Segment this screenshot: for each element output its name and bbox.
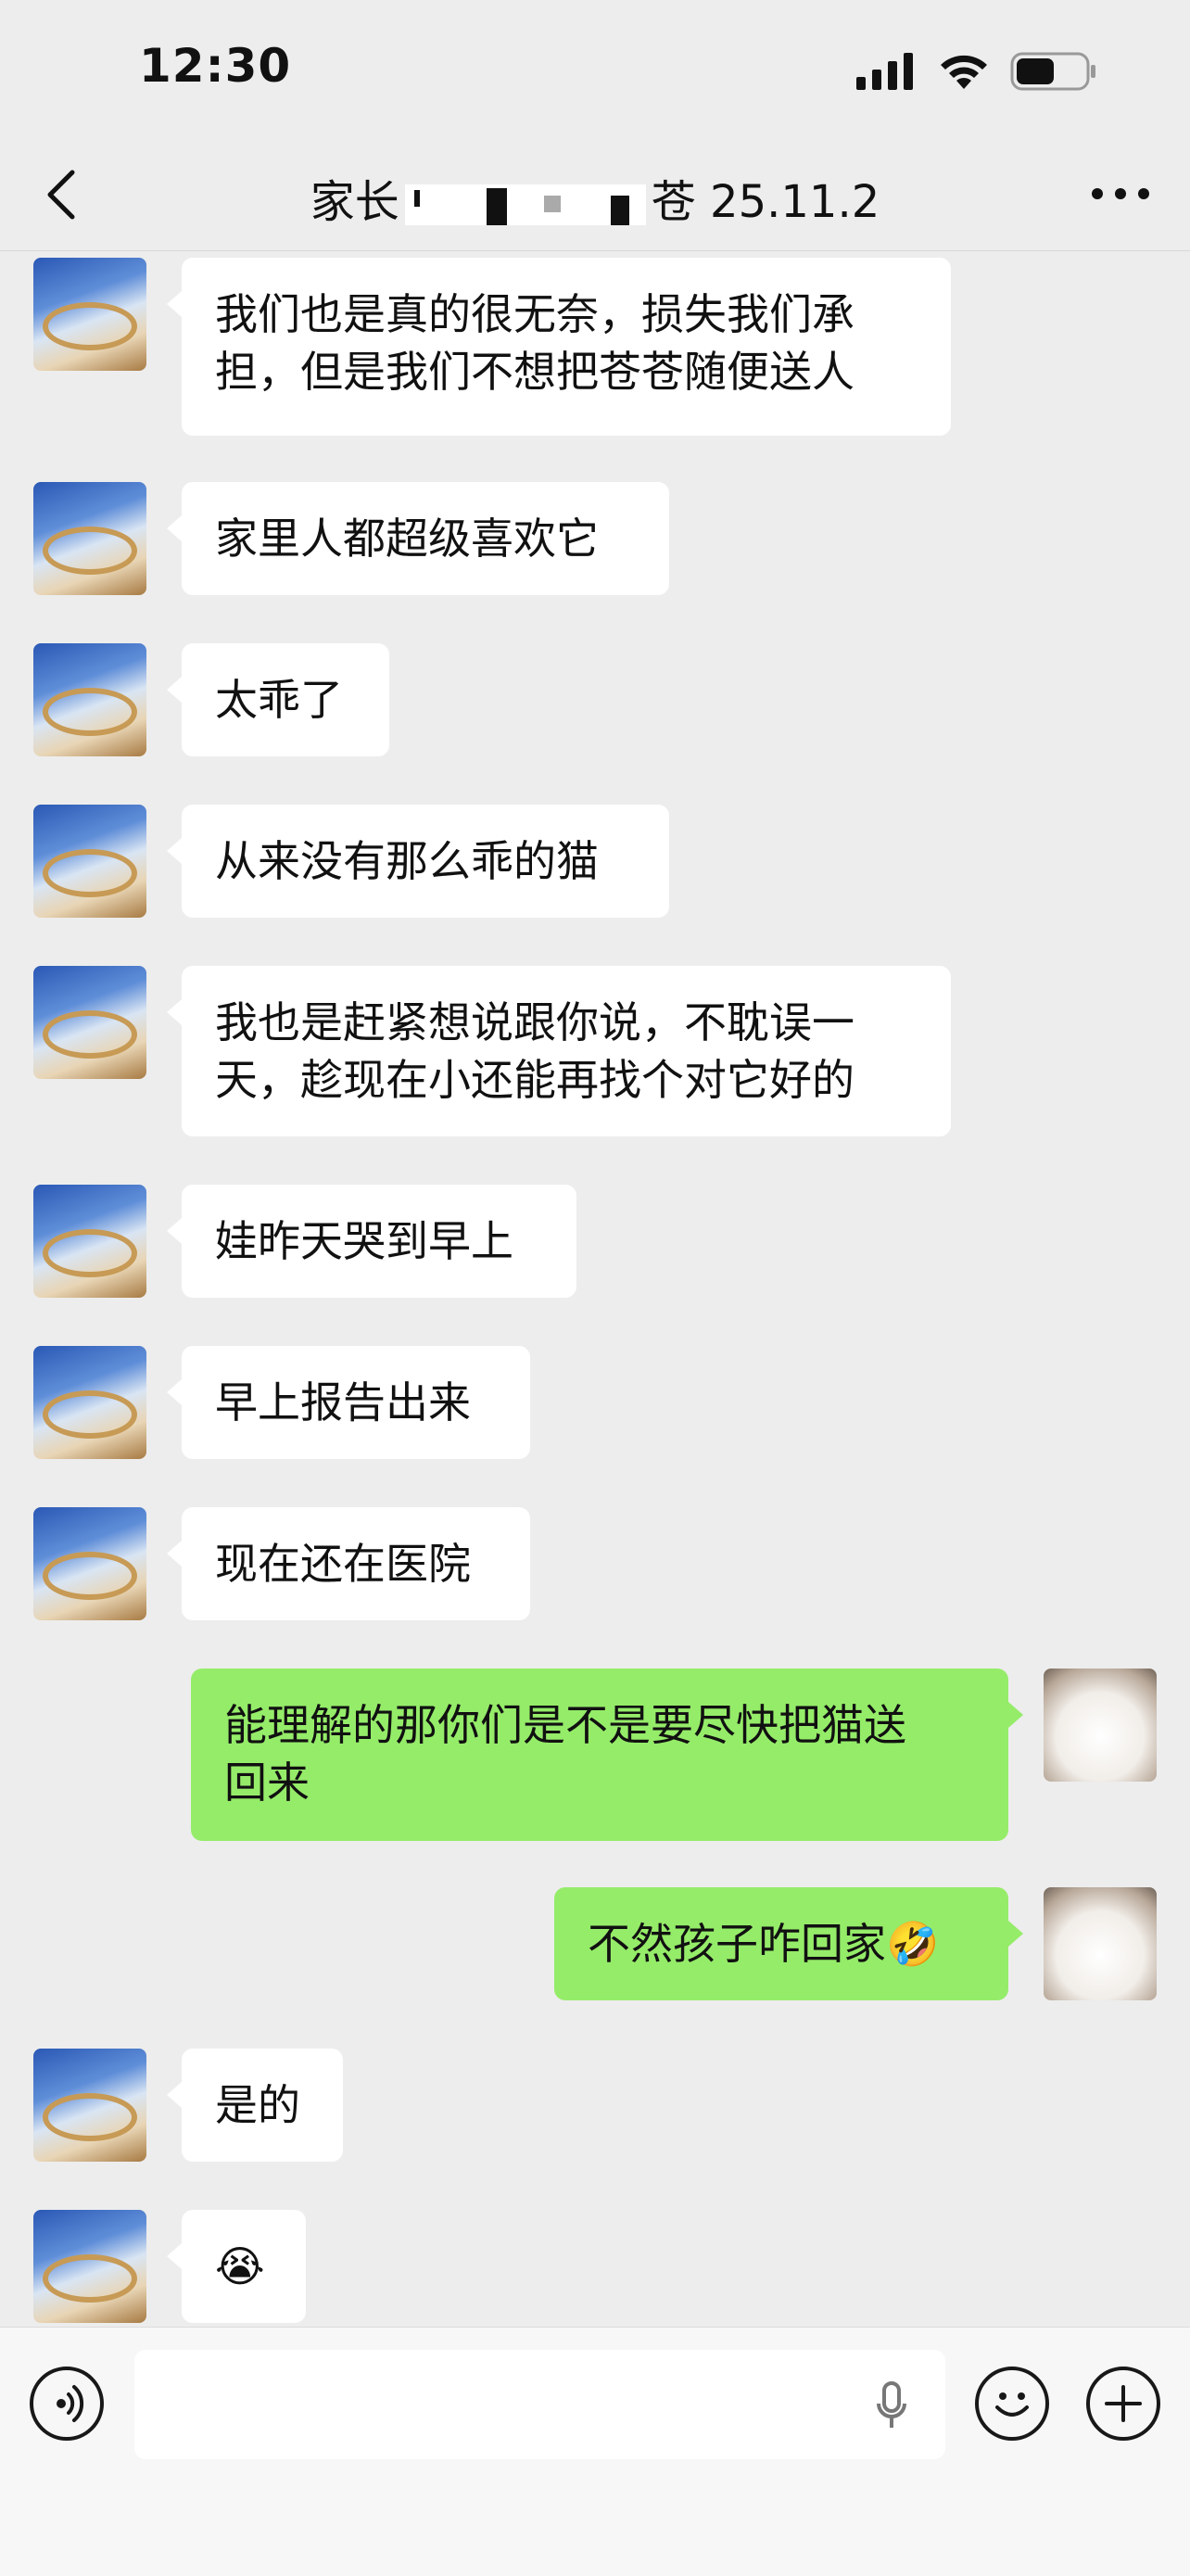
status-icons xyxy=(856,48,1097,95)
chat-header: 家长 苍 25.11.2 xyxy=(0,139,1190,251)
contact-avatar[interactable] xyxy=(33,1185,146,1298)
contact-avatar[interactable] xyxy=(33,966,146,1079)
contact-avatar[interactable] xyxy=(33,2210,146,2323)
wifi-icon xyxy=(941,55,987,89)
microphone-icon[interactable] xyxy=(875,2381,908,2431)
contact-avatar[interactable] xyxy=(33,1346,146,1459)
contact-avatar[interactable] xyxy=(33,805,146,918)
message-bubble-incoming[interactable]: 我也是赶紧想说跟你说，不耽误一 天，趁现在小还能再找个对它好的 xyxy=(167,966,951,1136)
message-bubble-incoming[interactable]: 家里人都超级喜欢它 xyxy=(167,482,669,595)
plus-icon xyxy=(1105,2385,1142,2422)
battery-icon xyxy=(1010,52,1095,91)
chat-title: 家长 苍 25.11.2 xyxy=(0,165,1190,230)
message-bubble-incoming[interactable]: 我们也是真的很无奈，损失我们承 担，但是我们不想把苍苍随便送人 xyxy=(167,258,951,436)
message-bubble-incoming[interactable]: 😭 xyxy=(167,2210,306,2323)
sound-wave-icon xyxy=(57,2385,84,2422)
voice-toggle-button[interactable] xyxy=(30,2367,104,2441)
chat-title-prefix: 家长 xyxy=(310,176,399,228)
status-bar: 12:30 xyxy=(0,0,1190,139)
contact-avatar[interactable] xyxy=(33,2049,146,2162)
message-bubble-outgoing[interactable]: 不然孩子咋回家🤣 xyxy=(554,1887,1023,2000)
emoji-button[interactable] xyxy=(975,2367,1049,2441)
contact-avatar[interactable] xyxy=(33,482,146,595)
contact-avatar[interactable] xyxy=(33,1507,146,1620)
redacted-title-block xyxy=(404,184,646,225)
input-bar xyxy=(0,2327,1190,2576)
message-bubble-incoming[interactable]: 太乖了 xyxy=(167,643,389,756)
my-avatar[interactable] xyxy=(1044,1669,1157,1782)
chat-title-suffix: 苍 25.11.2 xyxy=(651,176,880,228)
contact-avatar[interactable] xyxy=(33,258,146,371)
message-bubble-incoming[interactable]: 早上报告出来 xyxy=(167,1346,530,1459)
message-bubble-incoming[interactable]: 从来没有那么乖的猫 xyxy=(167,805,669,918)
more-functions-button[interactable] xyxy=(1086,2367,1160,2441)
message-bubble-incoming[interactable]: 是的 xyxy=(167,2049,343,2162)
message-input[interactable] xyxy=(134,2350,945,2459)
smiley-icon xyxy=(995,2392,1029,2417)
more-options-icon[interactable] xyxy=(1088,180,1153,208)
message-bubble-incoming[interactable]: 娃昨天哭到早上 xyxy=(167,1185,576,1298)
status-time: 12:30 xyxy=(139,39,292,93)
message-bubble-incoming[interactable]: 现在还在医院 xyxy=(167,1507,530,1620)
cellular-signal-icon xyxy=(856,53,913,90)
message-bubble-outgoing[interactable]: 能理解的那你们是不是要尽快把猫送 回来 xyxy=(191,1669,1023,1841)
my-avatar[interactable] xyxy=(1044,1887,1157,2000)
contact-avatar[interactable] xyxy=(33,643,146,756)
